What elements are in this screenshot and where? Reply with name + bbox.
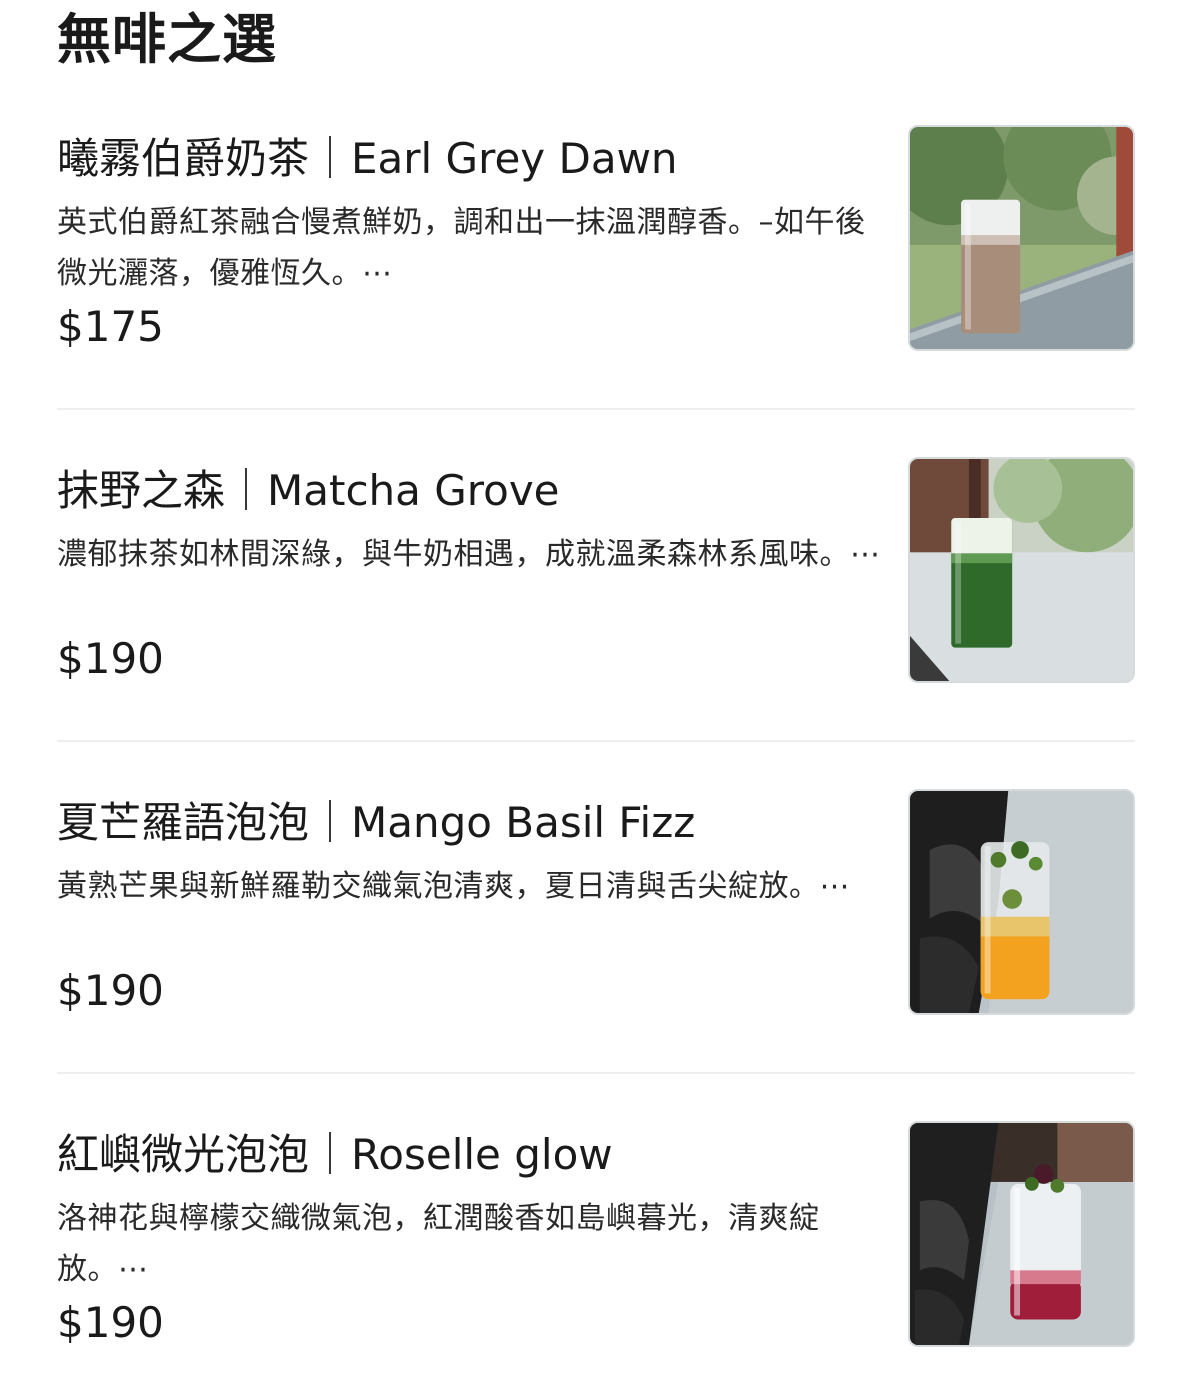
roselle-glow-photo[interactable] (908, 1121, 1135, 1347)
divider (57, 1072, 1135, 1074)
item-name: 夏芒羅語泡泡｜Mango Basil Fizz (57, 798, 696, 847)
matcha-latte-photo[interactable] (908, 457, 1135, 683)
item-description: 英式伯爵紅茶融合慢煮鮮奶，調和出一抹溫潤醇香。–如午後微光灑落，優雅恆久。⋯ (57, 205, 866, 291)
item-price: $190 (57, 1298, 164, 1347)
item-price: $190 (57, 634, 164, 683)
menu-item-mango-basil-fizz[interactable]: 夏芒羅語泡泡｜Mango Basil Fizz 黃熟芒果與新鮮羅勒交織氣泡清爽，… (57, 789, 1135, 1017)
menu-list: 曦霧伯爵奶茶｜Earl Grey Dawn 英式伯爵紅茶融合慢煮鮮奶，調和出一抹… (0, 0, 1192, 1374)
earl-grey-milk-tea-photo[interactable] (908, 125, 1135, 351)
menu-item-matcha-grove[interactable]: 抹野之森｜Matcha Grove 濃郁抹茶如林間深綠，與牛奶相遇，成就溫柔森林… (57, 457, 1135, 685)
item-price: $190 (57, 966, 164, 1015)
item-name: 抹野之森｜Matcha Grove (57, 466, 560, 515)
item-name: 紅嶼微光泡泡｜Roselle glow (57, 1130, 613, 1179)
mango-basil-fizz-photo[interactable] (908, 789, 1135, 1015)
menu-item-earl-grey-dawn[interactable]: 曦霧伯爵奶茶｜Earl Grey Dawn 英式伯爵紅茶融合慢煮鮮奶，調和出一抹… (57, 125, 1135, 353)
divider (57, 740, 1135, 742)
item-description: 濃郁抹茶如林間深綠，與牛奶相遇，成就溫柔森林系風味。⋯ (57, 537, 881, 572)
menu-item-roselle-glow[interactable]: 紅嶼微光泡泡｜Roselle glow 洛神花與檸檬交織微氣泡，紅潤酸香如島嶼暮… (57, 1121, 1135, 1349)
item-description: 洛神花與檸檬交織微氣泡，紅潤酸香如島嶼暮光，清爽綻放。⋯ (57, 1201, 820, 1287)
item-name: 曦霧伯爵奶茶｜Earl Grey Dawn (57, 134, 678, 183)
item-price: $175 (57, 302, 164, 351)
item-description: 黃熟芒果與新鮮羅勒交織氣泡清爽，夏日清與舌尖綻放。⋯ (57, 869, 850, 904)
divider (57, 408, 1135, 410)
